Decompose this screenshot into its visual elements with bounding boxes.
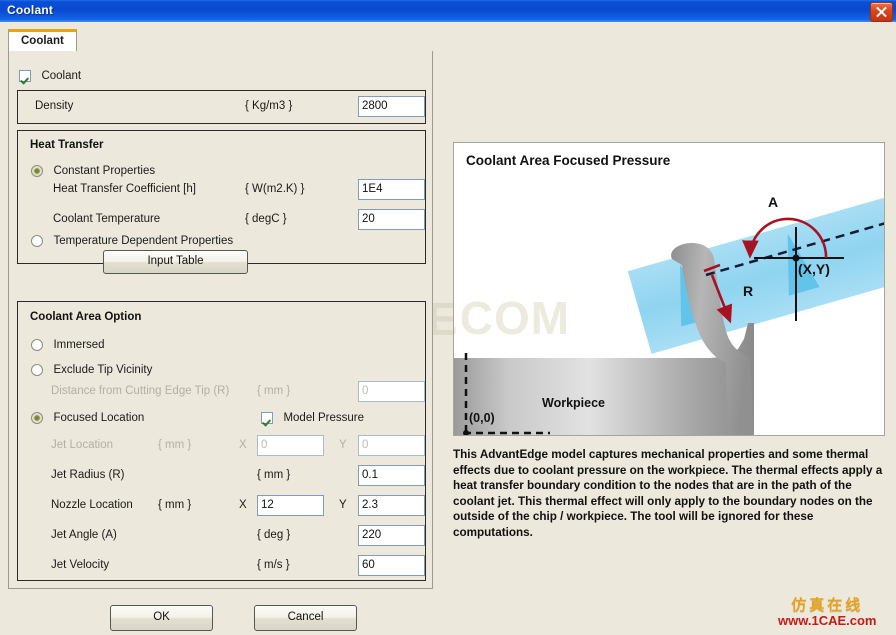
cancel-button[interactable]: Cancel	[254, 605, 357, 631]
xy-point-label: (X,Y)	[798, 261, 830, 277]
density-input[interactable]: 2800	[358, 96, 425, 117]
origin-point	[463, 430, 469, 435]
coolant-form-panel: Coolant Density { Kg/m3 } 2800 Heat Tran…	[8, 51, 433, 631]
brand-watermark: 仿真在线 www.1CAE.com	[778, 596, 877, 628]
model-pressure-label: Model Pressure	[283, 411, 364, 424]
jet-radius-label: Jet Radius (R)	[51, 469, 125, 481]
exclude-tip-label: Exclude Tip Vicinity	[53, 363, 153, 376]
temperature-dependent-label: Temperature Dependent Properties	[53, 234, 234, 247]
jet-location-y-label: Y	[339, 439, 347, 451]
tabstrip: Coolant	[8, 29, 433, 52]
focused-location-radio[interactable]	[31, 411, 43, 424]
close-icon[interactable]	[870, 2, 893, 22]
density-unit: { Kg/m3 }	[245, 100, 293, 112]
coolant-area-group: Coolant Area Option Immersed Exclude Tip…	[17, 301, 426, 581]
focused-location-row[interactable]: Focused Location	[31, 409, 144, 427]
nozzle-location-label: Nozzle Location	[51, 499, 133, 511]
input-table-button-label: Input Table	[147, 255, 204, 267]
density-group: Density { Kg/m3 } 2800	[17, 90, 426, 124]
cancel-button-label: Cancel	[287, 611, 324, 623]
jet-angle-label: Jet Angle (A)	[51, 529, 117, 541]
focused-location-label: Focused Location	[53, 411, 145, 424]
constant-properties-radio[interactable]	[31, 164, 43, 177]
distance-tip-input[interactable]: 0	[358, 381, 425, 402]
window-title: Coolant	[7, 3, 54, 17]
jet-radius-input[interactable]: 0.1	[358, 465, 425, 486]
brand-watermark-url: www.1CAE.com	[778, 613, 877, 628]
jet-velocity-unit: { m/s }	[257, 559, 290, 571]
temperature-dependent-radio[interactable]	[31, 234, 43, 247]
jet-radius-unit: { mm }	[257, 469, 291, 481]
description-text: This AdvantEdge model captures mechanica…	[453, 448, 883, 539]
constant-properties-label: Constant Properties	[53, 164, 156, 177]
immersed-row[interactable]: Immersed	[31, 336, 105, 354]
coolant-temperature-input[interactable]: 20	[358, 209, 425, 230]
density-label: Density	[35, 100, 74, 112]
coolant-diagram-svg	[454, 188, 884, 435]
distance-tip-label: Distance from Cutting Edge Tip (R)	[51, 385, 230, 397]
model-pressure-row[interactable]: Model Pressure	[261, 409, 364, 427]
jet-location-y-input[interactable]: 0	[358, 435, 425, 456]
jet-location-x-label: X	[239, 439, 247, 451]
heat-transfer-group: Heat Transfer Constant Properties Heat T…	[17, 130, 426, 274]
window-titlebar: Coolant	[0, 0, 896, 22]
coolant-enable-label: Coolant	[41, 69, 82, 82]
illustration-panel: Coolant Area Focused Pressure .COM A R (…	[453, 142, 885, 436]
radius-label: R	[743, 283, 754, 299]
htc-input[interactable]: 1E4	[358, 179, 425, 200]
nozzle-location-y-label: Y	[339, 499, 347, 511]
model-pressure-checkbox[interactable]	[261, 411, 273, 424]
jet-angle-unit: { deg }	[257, 529, 291, 541]
distance-tip-unit: { mm }	[257, 385, 291, 397]
coolant-enable-checkbox[interactable]	[19, 69, 31, 82]
workpiece-label: Workpiece	[542, 396, 605, 410]
immersed-label: Immersed	[53, 338, 105, 351]
jet-location-x-input[interactable]: 0	[257, 435, 324, 456]
jet-angle-input[interactable]: 220	[358, 525, 425, 546]
htc-unit: { W(m2.K) }	[245, 183, 305, 195]
immersed-radio[interactable]	[31, 338, 43, 351]
temperature-dependent-row[interactable]: Temperature Dependent Properties	[31, 232, 233, 250]
coolant-area-title: Coolant Area Option	[30, 311, 142, 323]
jet-velocity-label: Jet Velocity	[51, 559, 110, 571]
origin-label: (0,0)	[469, 411, 495, 425]
tab-coolant[interactable]: Coolant	[8, 29, 77, 52]
ok-button-label: OK	[153, 611, 170, 623]
exclude-tip-row[interactable]: Exclude Tip Vicinity	[31, 361, 152, 379]
htc-label: Heat Transfer Coefficient [h]	[53, 183, 196, 195]
coolant-temperature-unit: { degC }	[245, 213, 287, 225]
illustration-caption: Coolant Area Focused Pressure	[466, 153, 671, 168]
exclude-tip-radio[interactable]	[31, 363, 43, 376]
jet-velocity-input[interactable]: 60	[358, 555, 425, 576]
coolant-enable-row[interactable]: Coolant	[19, 67, 81, 85]
nozzle-location-x-label: X	[239, 499, 247, 511]
nozzle-location-x-input[interactable]: 12	[257, 495, 324, 516]
coolant-dialog: Coolant 1CAE.COM Coolant Coolant Density…	[0, 0, 896, 635]
constant-properties-row[interactable]: Constant Properties	[31, 162, 155, 180]
coolant-jet-band	[627, 188, 884, 354]
jet-location-unit: { mm }	[158, 439, 192, 451]
nozzle-location-y-input[interactable]: 2.3	[358, 495, 425, 516]
heat-transfer-title: Heat Transfer	[30, 139, 104, 151]
input-table-button[interactable]: Input Table	[103, 250, 248, 274]
angle-label: A	[768, 194, 779, 210]
nozzle-location-unit: { mm }	[158, 499, 192, 511]
ok-button[interactable]: OK	[110, 605, 213, 631]
jet-location-label: Jet Location	[51, 439, 114, 451]
coolant-temperature-label: Coolant Temperature	[53, 213, 161, 225]
brand-watermark-cn: 仿真在线	[791, 596, 864, 614]
